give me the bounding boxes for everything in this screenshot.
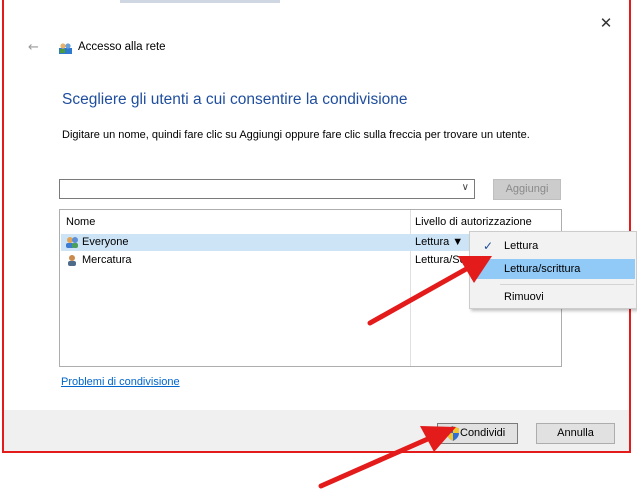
menu-item-label: Rimuovi xyxy=(504,291,544,303)
row-permission-value[interactable]: Lettura/Sc xyxy=(415,254,465,266)
sharing-problems-link[interactable]: Problemi di condivisione xyxy=(61,376,180,388)
user-icon xyxy=(68,255,76,266)
cancel-button[interactable]: Annulla xyxy=(536,423,615,444)
row-name-everyone[interactable]: Everyone xyxy=(82,236,128,248)
back-arrow-icon[interactable]: ← xyxy=(28,40,39,55)
add-button[interactable]: Aggiungi xyxy=(493,179,561,200)
checkmark-icon: ✓ xyxy=(483,239,494,253)
page-heading: Scegliere gli utenti a cui consentire la… xyxy=(62,91,408,108)
column-header-name[interactable]: Nome xyxy=(66,216,95,228)
permission-context-menu: ✓ Lettura Lettura/scrittura Rimuovi xyxy=(469,231,637,309)
share-button-label: Condividi xyxy=(460,427,506,439)
share-button[interactable]: Condividi xyxy=(437,423,518,444)
instructions-text: Digitare un nome, quindi fare clic su Ag… xyxy=(62,129,530,141)
menu-item-read[interactable]: ✓ Lettura xyxy=(471,236,635,256)
menu-separator xyxy=(500,284,634,285)
close-button[interactable]: ✕ xyxy=(596,14,616,32)
column-header-permission[interactable]: Livello di autorizzazione xyxy=(415,216,532,228)
menu-item-label: Lettura xyxy=(504,240,539,252)
network-users-icon xyxy=(59,43,72,54)
background-window-strip xyxy=(120,0,280,3)
chevron-down-icon[interactable]: ∨ xyxy=(462,182,469,193)
window-title: Accesso alla rete xyxy=(78,41,166,53)
row-name-mercatura[interactable]: Mercatura xyxy=(82,254,132,266)
group-users-icon xyxy=(66,237,78,248)
menu-item-remove[interactable]: Rimuovi xyxy=(471,287,635,307)
menu-item-label: Lettura/scrittura xyxy=(504,263,581,275)
user-name-combobox[interactable]: ∨ xyxy=(59,179,475,199)
menu-item-read-write[interactable]: Lettura/scrittura xyxy=(471,259,635,279)
uac-shield-icon xyxy=(447,426,459,441)
row-permission-dropdown[interactable]: Lettura ▼ xyxy=(415,236,463,248)
